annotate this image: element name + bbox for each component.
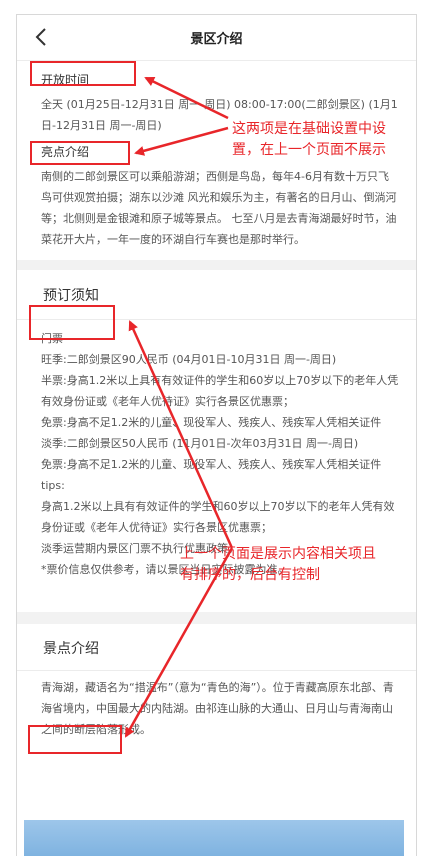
- scenic-photo: [24, 820, 404, 856]
- highlights-text: 南侧的二郎剑景区可以乘船游湖；西侧是鸟岛，每年4-6月有数十万只飞鸟可供观赏拍摄…: [41, 170, 397, 246]
- booking-section: 预订须知: [17, 285, 416, 305]
- booking-divider: [17, 319, 416, 320]
- scenic-section: 景点介绍: [17, 638, 416, 658]
- section-divider: [17, 612, 416, 624]
- booking-line: 免票:身高不足1.2米的儿童、现役军人、残疾人、残疾军人凭相关证件: [41, 458, 382, 471]
- nav-bar: 景区介绍: [17, 15, 416, 61]
- booking-line: 门票: [41, 332, 63, 345]
- booking-line: tips:: [41, 479, 65, 492]
- booking-line: 免票:身高不足1.2米的儿童、现役军人、残疾人、残疾军人凭相关证件: [41, 416, 382, 429]
- booking-line: 半票:身高1.2米以上具有有效证件的学生和60岁以上70岁以下的老年人凭有效身份…: [41, 374, 399, 408]
- booking-line: 旺季:二郎剑景区90人民币 (04月01日-10月31日 周一-周日): [41, 353, 337, 366]
- booking-line: 身高1.2米以上具有有效证件的学生和60岁以上70岁以下的老年人凭有效身份证或《…: [41, 500, 395, 534]
- annotation-note-2: 上一个页面是展示内容相关项且有排序的，后台有控制: [180, 546, 376, 583]
- scenic-body: 青海湖，藏语名为“措温布”（意为“青色的海”）。位于青藏高原东北部、青海省境内，…: [17, 677, 416, 740]
- scenic-heading: 景点介绍: [43, 641, 99, 657]
- annotation-note-1: 这两项是在基础设置中设置，在上一个页面不展示: [232, 121, 386, 158]
- open-time-heading: 开放时间: [41, 73, 90, 87]
- scenic-text: 青海湖，藏语名为“措温布”（意为“青色的海”）。位于青藏高原东北部、青海省境内，…: [41, 681, 394, 736]
- booking-line: 淡季:二郎剑景区50人民币 (11月01日-次年03月31日 周一-周日): [41, 437, 359, 450]
- section-divider: [17, 260, 416, 270]
- scenic-divider: [17, 670, 416, 671]
- page-title: 景区介绍: [190, 32, 243, 47]
- booking-body: 门票 旺季:二郎剑景区90人民币 (04月01日-10月31日 周一-周日) 半…: [17, 328, 416, 580]
- booking-heading: 预订须知: [43, 288, 99, 304]
